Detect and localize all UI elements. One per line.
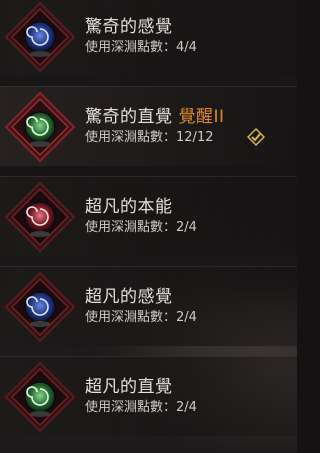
- skill-row[interactable]: 驚奇的感覺 使用深淵點數：4/4: [0, 0, 297, 76]
- skill-row[interactable]: 超凡的本能 使用深淵點數：2/4: [0, 176, 297, 256]
- abyss-points: 使用深淵點數：4/4: [85, 40, 197, 55]
- blue-spiral-orb-icon: [4, 1, 76, 73]
- abyss-points: 使用深淵點數：2/4: [85, 400, 197, 415]
- skill-name: 超凡的本能: [85, 197, 173, 217]
- abyss-skill-list: 驚奇的感覺 使用深淵點數：4/4 驚奇的直覺 覺醒II 使用深淵點數：12/12…: [0, 0, 297, 453]
- skill-row[interactable]: 超凡的感覺 使用深淵點數：2/4: [0, 266, 297, 346]
- abyss-points: 使用深淵點數：2/4: [85, 310, 197, 325]
- skill-row[interactable]: 超凡的直覺 使用深淵點數：2/4: [0, 356, 297, 436]
- green-spiral-orb-icon: [4, 361, 76, 433]
- completed-check-icon: [246, 127, 266, 147]
- skill-name: 超凡的感覺: [85, 287, 173, 307]
- skill-name: 超凡的直覺: [85, 377, 173, 397]
- abyss-points: 使用深淵點數：12/12: [85, 130, 214, 145]
- blue-spiral-orb-icon: [4, 271, 76, 343]
- green-spiral-orb-icon: [4, 91, 76, 163]
- skill-name: 驚奇的感覺: [85, 17, 173, 37]
- abyss-points: 使用深淵點數：2/4: [85, 220, 197, 235]
- skill-name: 驚奇的直覺 覺醒II: [85, 107, 225, 127]
- awaken-label: 覺醒II: [178, 107, 225, 127]
- skill-row[interactable]: 驚奇的直覺 覺醒II 使用深淵點數：12/12: [0, 86, 297, 166]
- red-spiral-orb-icon: [4, 181, 76, 253]
